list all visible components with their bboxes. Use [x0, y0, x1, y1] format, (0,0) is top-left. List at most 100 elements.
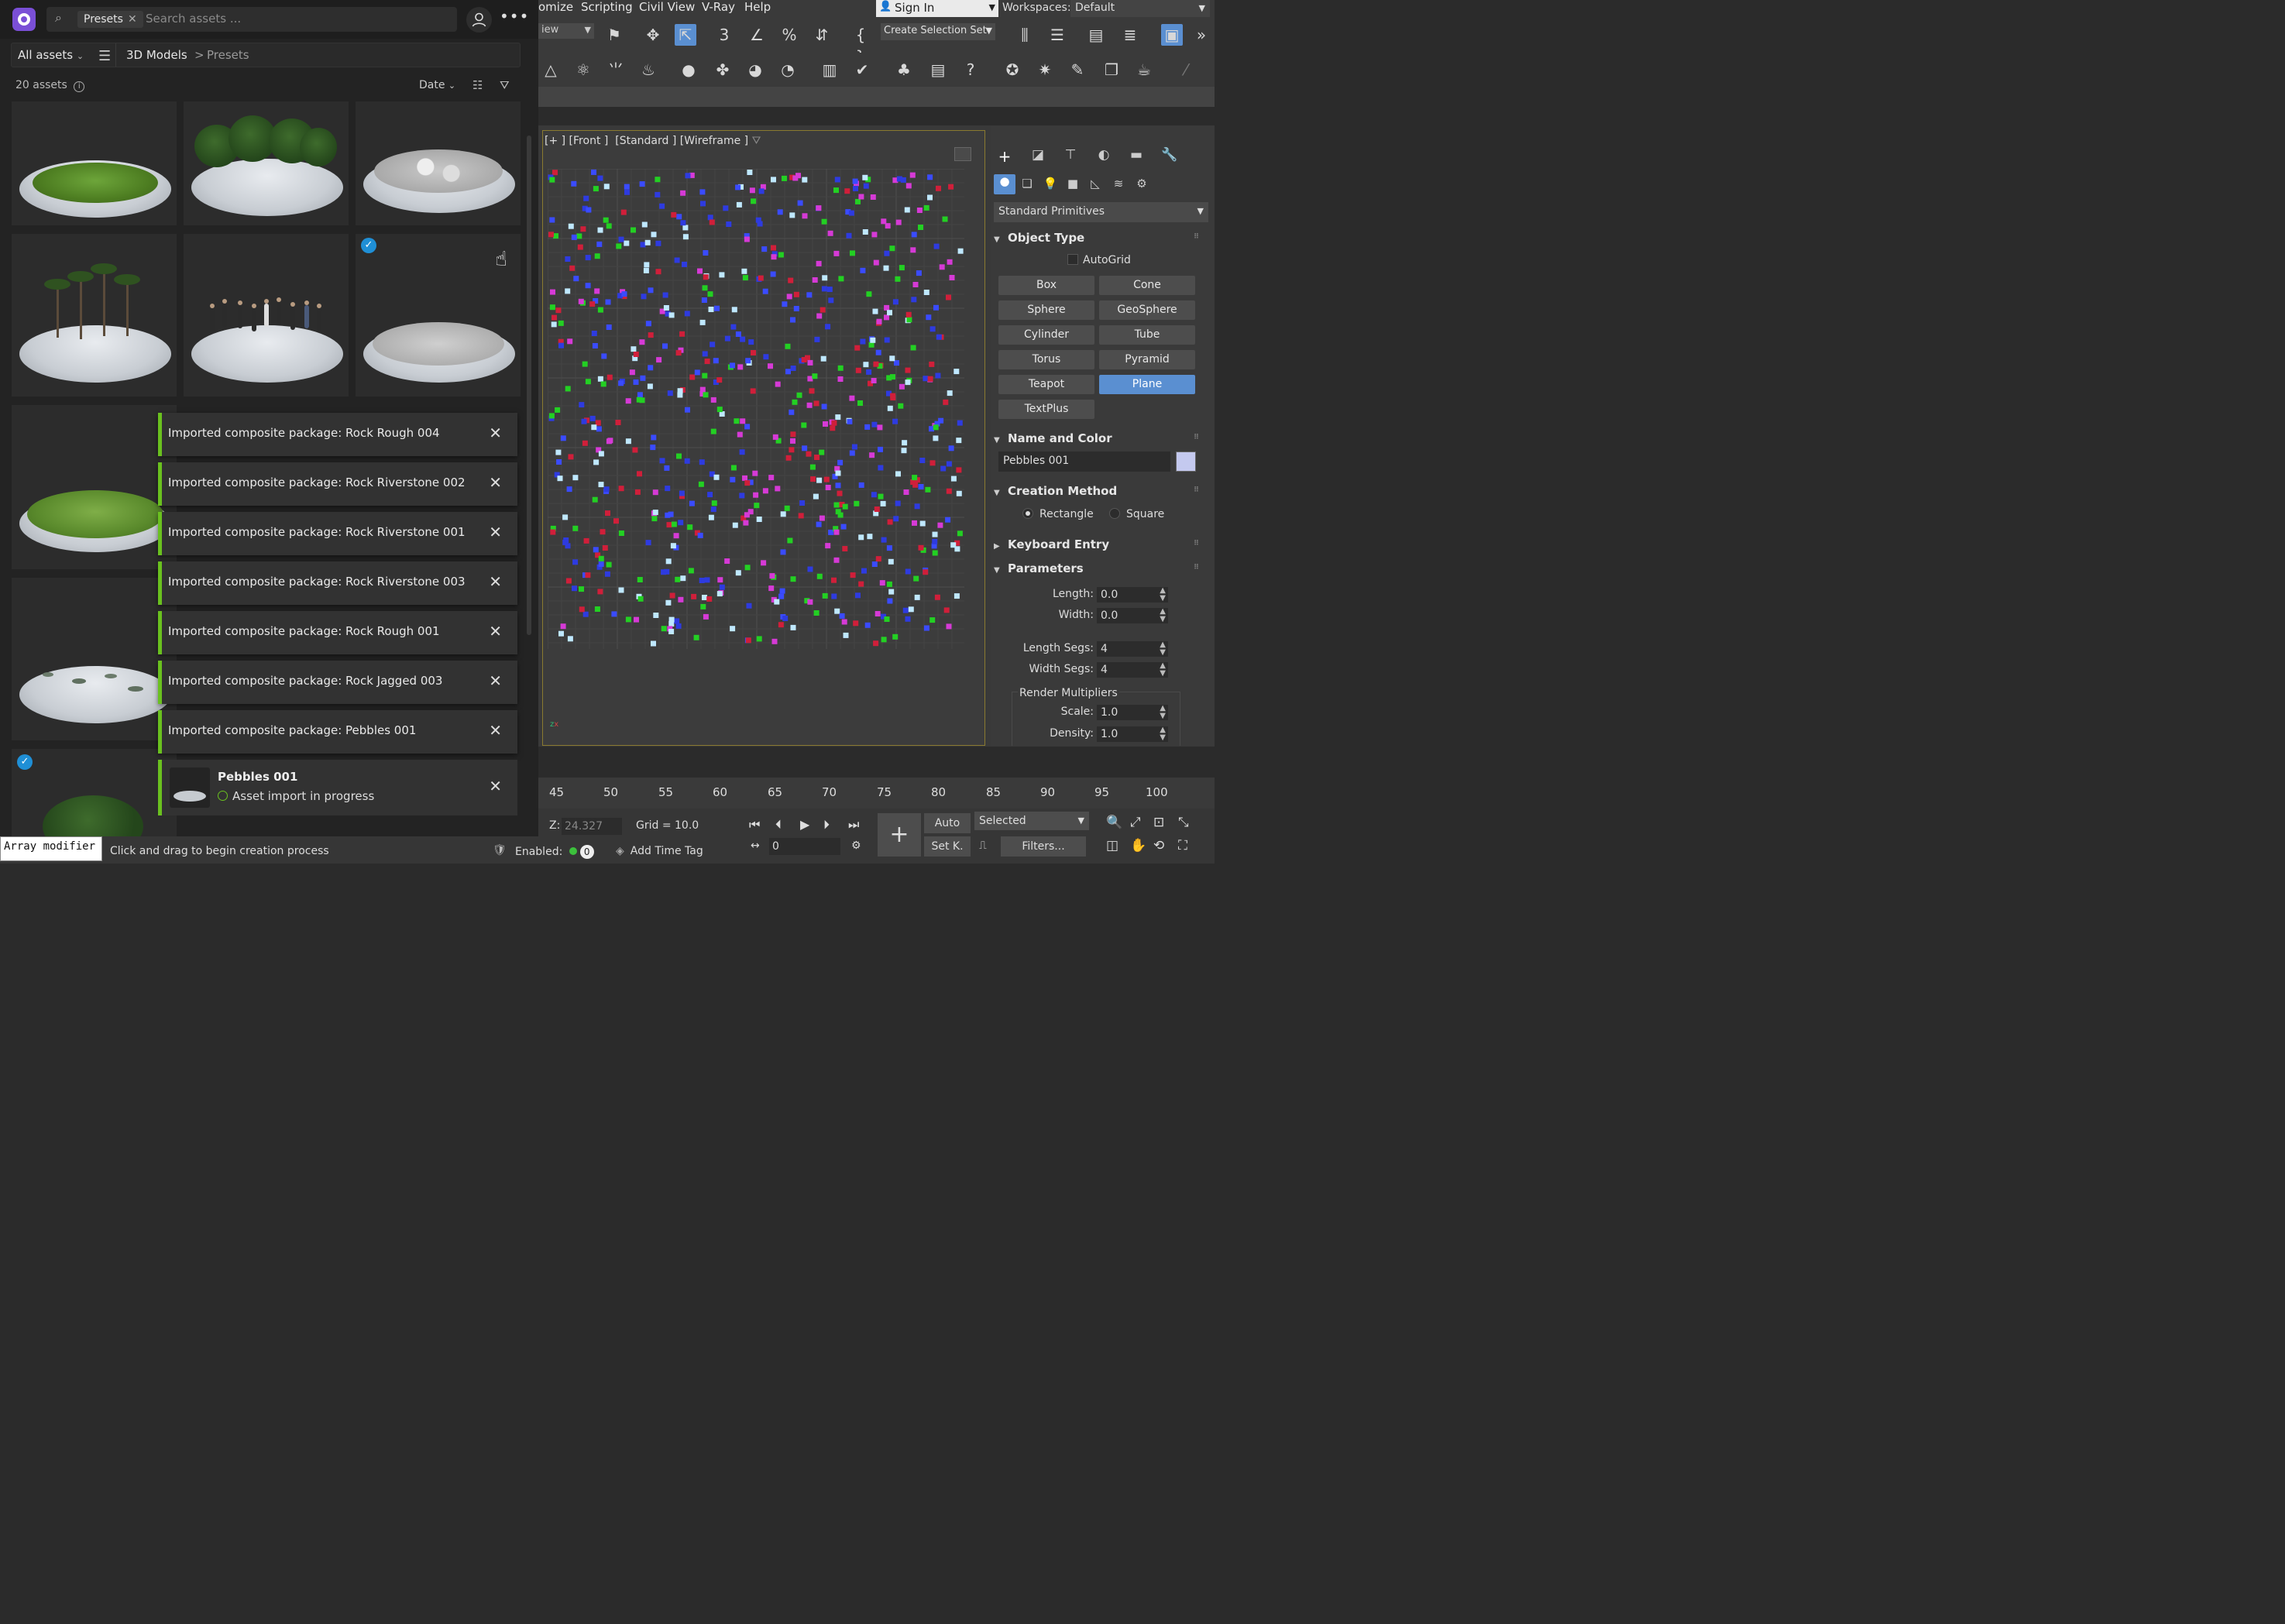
add-time-tag-button[interactable]: ◈ Add Time Tag — [616, 845, 703, 857]
library-scrollbar[interactable] — [527, 136, 531, 635]
torus-button[interactable]: Torus — [998, 350, 1094, 369]
breadcrumb-presets[interactable]: Presets — [207, 48, 249, 62]
workspaces-dropdown[interactable]: Default ▼ — [1070, 0, 1210, 17]
mirror-icon[interactable]: ⫼ — [1014, 24, 1036, 46]
scale-spinner[interactable]: 1.0 ▲ ▼ — [1097, 705, 1168, 720]
sphere-button[interactable]: Sphere — [998, 300, 1094, 320]
viewcube-icon[interactable] — [954, 147, 971, 161]
fire-icon[interactable]: ♨ — [637, 59, 659, 81]
grass-icon[interactable]: ⺌ — [605, 59, 627, 81]
width-spinner[interactable]: 0.0 ▲ ▼ — [1097, 608, 1168, 623]
asset-tile-people[interactable] — [184, 234, 349, 397]
cone-button[interactable]: Cone — [1099, 276, 1195, 295]
sign-in-dropdown[interactable]: 👤 Sign In ▼ — [876, 0, 998, 17]
percent-snap-icon[interactable]: % — [778, 24, 800, 46]
spinner-arrows-icon[interactable]: ▲ ▼ — [1160, 641, 1166, 657]
hierarchy-tab-icon[interactable]: ⊤ — [1060, 147, 1081, 164]
scene-explorer-icon[interactable]: ▤ — [1085, 24, 1107, 46]
spinner-arrows-icon[interactable]: ▲ ▼ — [1160, 705, 1166, 720]
auto-key-button[interactable]: Auto — [924, 813, 971, 833]
align-icon[interactable]: ☰ — [1046, 24, 1068, 46]
key-filter-dropdown[interactable]: Selected ▼ — [974, 812, 1089, 830]
next-frame-icon[interactable]: ⏵ — [823, 817, 830, 833]
close-icon[interactable]: ✕ — [489, 671, 502, 690]
material-palette-icon[interactable]: ✤ — [712, 59, 734, 81]
more-options-icon[interactable]: ••• — [500, 9, 528, 28]
close-icon[interactable]: ✕ — [489, 523, 502, 541]
close-icon[interactable]: ✕ — [489, 572, 502, 591]
rollout-parameters[interactable]: ▼ Parameters ⠿ — [994, 561, 1199, 575]
asset-tile-meadow[interactable] — [12, 405, 177, 569]
asset-tile-palms[interactable] — [12, 234, 177, 397]
zoom-all-icon[interactable]: ⤢ — [1130, 815, 1141, 830]
modify-tab-icon[interactable]: ◪ — [1028, 147, 1048, 164]
angle-snap-icon[interactable]: ∠ — [746, 24, 768, 46]
length-segs-spinner[interactable]: 4 ▲ ▼ — [1097, 641, 1168, 657]
spinner-arrows-icon[interactable]: ▲ ▼ — [1160, 726, 1166, 742]
tree-icon[interactable]: ♣ — [893, 59, 915, 81]
reference-coord-dropdown[interactable]: iew ▼ — [538, 23, 594, 39]
save-icon[interactable]: ▣ — [1161, 24, 1183, 46]
geometry-icon[interactable]: ● — [994, 174, 1015, 194]
asset-tile-bushes[interactable]: ✓ — [12, 749, 177, 836]
asset-tile-gravel[interactable]: ✓ ☝ — [356, 234, 521, 397]
info-icon[interactable]: i — [74, 81, 85, 92]
current-frame-input[interactable]: 0 — [769, 838, 840, 855]
app-logo-icon[interactable] — [12, 8, 36, 31]
key-mode-icon[interactable]: ⎍ — [979, 839, 987, 852]
vray-icon[interactable]: ✔ — [851, 59, 873, 81]
lights-icon[interactable]: 💡 — [1041, 177, 1060, 194]
spinner-arrows-icon[interactable]: ▲ ▼ — [1160, 587, 1166, 603]
menu-scripting[interactable]: Scripting — [581, 0, 633, 14]
filter-icon[interactable]: ⛛ — [500, 78, 510, 92]
helpers-icon[interactable]: ◺ — [1086, 177, 1105, 194]
set-key-button[interactable]: Set K. — [924, 836, 971, 857]
measure-icon[interactable]: △ — [540, 59, 562, 81]
object-color-swatch[interactable] — [1176, 451, 1196, 472]
pan-icon[interactable]: ✋ — [1130, 838, 1146, 853]
script-icon[interactable]: ✎ — [1067, 59, 1088, 81]
orbit-icon[interactable]: ⟲ — [1153, 838, 1164, 853]
pyramid-button[interactable]: Pyramid — [1099, 350, 1195, 369]
filters-button[interactable]: Filters... — [1001, 836, 1086, 857]
menu-icon[interactable]: ☰ — [98, 48, 111, 64]
zoom-icon[interactable]: 🔍 — [1106, 815, 1122, 830]
close-icon[interactable]: ✕ — [489, 721, 502, 740]
search-box[interactable]: ⌕ Presets ✕ Search assets ... — [46, 7, 457, 32]
menu-civil-view[interactable]: Civil View — [639, 0, 695, 14]
select-manipulate-icon[interactable]: ⇱ — [675, 24, 696, 46]
zoom-extents-icon[interactable]: ⊡ — [1153, 815, 1164, 830]
rollout-name-color[interactable]: ▼ Name and Color ⠿ — [994, 431, 1199, 445]
asset-tile-trees[interactable] — [184, 101, 349, 225]
notes-icon[interactable]: ▤ — [927, 59, 949, 81]
asset-tile-grass[interactable] — [12, 101, 177, 225]
create-tab-icon[interactable]: + — [995, 147, 1015, 166]
square-radio[interactable]: Square — [1109, 508, 1164, 520]
display-tab-icon[interactable]: ▬ — [1126, 147, 1146, 164]
asset-tile-scatter[interactable] — [12, 578, 177, 740]
render-icon[interactable]: ✪ — [1002, 59, 1023, 81]
layer-explorer-icon[interactable]: ≣ — [1119, 24, 1141, 46]
user-avatar-button[interactable] — [466, 7, 492, 33]
cameras-icon[interactable]: ■ — [1063, 177, 1082, 194]
close-icon[interactable]: ✕ — [489, 622, 502, 640]
scope-dropdown[interactable]: All assets ⌄ — [18, 48, 84, 62]
chip-close-icon[interactable]: ✕ — [128, 13, 137, 26]
render-settings-icon[interactable]: ✷ — [1034, 59, 1056, 81]
systems-icon[interactable]: ⚙ — [1132, 177, 1151, 194]
geosphere-button[interactable]: GeoSphere — [1099, 300, 1195, 320]
sort-dropdown[interactable]: Date ⌄ — [419, 79, 455, 91]
sphere-material-icon[interactable]: ● — [678, 59, 699, 81]
zoom-extents-all-icon[interactable]: ⤡ — [1178, 815, 1189, 830]
plane-button[interactable]: Plane — [1099, 375, 1195, 394]
autogrid-checkbox[interactable]: AutoGrid — [1067, 254, 1131, 266]
menu-help[interactable]: Help — [744, 0, 771, 14]
pivot-icon[interactable]: ⚑ — [603, 24, 625, 46]
space-warps-icon[interactable]: ≋ — [1109, 177, 1128, 194]
spinner-arrows-icon[interactable]: ▲ ▼ — [1160, 662, 1166, 678]
brush-icon[interactable]: ⁄ — [1175, 59, 1197, 81]
rollout-creation-method[interactable]: ▼ Creation Method ⠿ — [994, 484, 1199, 498]
asset-tile-rocks[interactable] — [356, 101, 521, 225]
object-name-input[interactable]: Pebbles 001 — [998, 451, 1170, 472]
spinner-arrows-icon[interactable]: ▲ ▼ — [1160, 608, 1166, 623]
